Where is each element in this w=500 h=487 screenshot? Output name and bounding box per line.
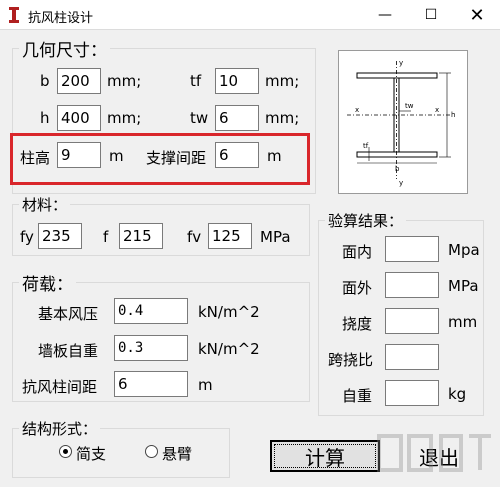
simple-support-radio[interactable] [59,445,72,458]
structure-group: 结构形式： [12,418,230,478]
fv-input[interactable] [208,223,252,249]
diagram-h-label: h [451,111,455,119]
self-weight-label: 自重 [342,387,373,405]
wind-pressure-unit: kN/m^2 [198,303,260,321]
close-icon: ✕ [469,4,485,26]
section-diagram: y y x x tw tf b h [338,50,468,194]
i-beam-drawing: y y x x tw tf b h [347,59,455,187]
tf-label: tf [190,72,202,90]
diagram-x-left-label: x [355,106,359,114]
material-legend: 材料： [22,196,68,214]
self-weight-unit: kg [448,385,467,403]
loads-legend: 荷载： [22,275,73,295]
h-input[interactable] [57,105,101,131]
in-plane-unit: Mpa [448,241,480,259]
window-title: 抗风柱设计 [28,11,94,26]
maximize-icon: ☐ [424,7,438,23]
out-plane-unit: MPa [448,277,479,295]
h-label: h [40,109,50,127]
brace-spacing-unit: m [267,147,282,165]
fy-label: fy [20,228,34,246]
tw-label: tw [190,109,209,127]
f-label: f [103,228,109,246]
tf-input[interactable] [215,68,259,94]
self-weight-output[interactable] [385,380,439,406]
column-spacing-input[interactable] [114,371,188,397]
span-ratio-label: 跨挠比 [328,351,374,369]
deflection-output[interactable] [385,308,439,334]
simple-support-label[interactable]: 简支 [76,443,106,464]
b-label: b [40,72,50,90]
tw-input[interactable] [215,105,259,131]
brace-spacing-input[interactable] [215,142,259,168]
in-plane-label: 面内 [342,243,373,261]
wall-weight-input[interactable] [114,335,188,361]
out-plane-output[interactable] [385,272,439,298]
minimize-button[interactable]: — [362,0,408,30]
f-input[interactable] [119,223,163,249]
column-height-input[interactable] [57,142,101,168]
structure-legend: 结构形式： [22,420,98,438]
b-unit: mm; [107,72,142,90]
wind-pressure-input[interactable] [114,298,188,324]
tf-unit: mm; [265,72,300,90]
in-plane-output[interactable] [385,236,439,262]
b-input[interactable] [57,68,101,94]
deflection-label: 挠度 [342,315,373,333]
diagram-y-bottom-label: y [399,179,403,187]
wall-weight-unit: kN/m^2 [198,340,260,358]
column-height-label: 柱高 [20,149,51,167]
app-icon [9,7,19,23]
tw-unit: mm; [265,109,300,127]
results-legend: 验算结果： [328,212,404,230]
geometry-legend: 几何尺寸： [22,41,107,61]
diagram-y-top-label: y [399,59,403,67]
cantilever-label[interactable]: 悬臂 [162,443,192,464]
diagram-tw-label: tw [405,102,414,110]
exit-button-label: 退出 [419,445,459,470]
span-ratio-output[interactable] [385,344,439,370]
fv-label: fv [187,228,202,246]
cantilever-radio[interactable] [145,445,158,458]
minimize-icon: — [378,7,392,23]
close-button[interactable]: ✕ [454,0,500,30]
diagram-tf-label: tf [363,142,369,150]
wind-pressure-label: 基本风压 [38,305,99,323]
fy-input[interactable] [38,223,82,249]
calculate-button-label: 计算 [305,445,345,470]
diagram-b-label: b [395,165,400,173]
brace-spacing-label: 支撑间距 [146,149,207,167]
title-bar: 抗风柱设计 — ☐ ✕ [0,0,500,30]
maximize-button[interactable]: ☐ [408,0,454,30]
out-plane-label: 面外 [342,279,373,297]
column-spacing-label: 抗风柱间距 [22,378,98,396]
fv-unit: MPa [260,228,291,246]
column-spacing-unit: m [198,376,213,394]
wall-weight-label: 墙板自重 [38,342,99,360]
diagram-x-right-label: x [435,106,439,114]
exit-button[interactable]: 退出 [384,440,494,472]
h-unit: mm; [107,109,142,127]
column-height-unit: m [109,147,124,165]
deflection-unit: mm [448,313,478,331]
calculate-button[interactable]: 计算 [270,440,380,472]
